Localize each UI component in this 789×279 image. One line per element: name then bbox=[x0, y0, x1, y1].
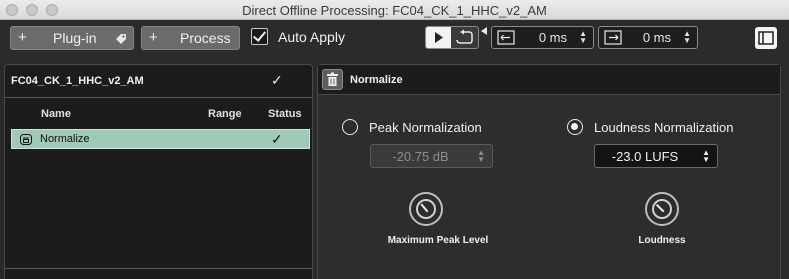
plus-icon: + bbox=[18, 29, 27, 46]
peak-level-value: -20.75 dB bbox=[392, 149, 449, 164]
peak-level-field: -20.75 dB ▲ ▼ bbox=[370, 144, 493, 168]
add-plugin-label: Plug-in bbox=[53, 30, 97, 46]
post-roll-stepper-icon[interactable]: ▲ ▼ bbox=[683, 30, 691, 45]
loop-icon[interactable] bbox=[453, 29, 475, 46]
add-process-button[interactable]: + Process bbox=[141, 26, 240, 50]
check-icon: ✓ bbox=[271, 72, 283, 88]
peak-normalization-radio[interactable] bbox=[342, 119, 358, 135]
auto-apply-label: Auto Apply bbox=[278, 29, 345, 45]
preview-controls bbox=[425, 26, 479, 49]
peak-normalization-label: Peak Normalization bbox=[369, 120, 482, 135]
loudness-level-value: -23.0 LUFS bbox=[611, 149, 679, 164]
effect-icon bbox=[20, 134, 32, 145]
process-name: Normalize bbox=[40, 133, 90, 145]
peak-level-stepper-icon: ▲ ▼ bbox=[477, 148, 485, 164]
maximum-peak-level-knob[interactable] bbox=[409, 192, 443, 226]
panel-toggle-button[interactable] bbox=[755, 27, 777, 49]
check-icon: ✓ bbox=[271, 131, 283, 147]
delete-process-button[interactable] bbox=[322, 69, 343, 90]
add-process-label: Process bbox=[180, 30, 231, 46]
pre-roll-value: 0 ms bbox=[538, 30, 567, 45]
window-titlebar: Direct Offline Processing: FC04_CK_1_HHC… bbox=[0, 0, 789, 20]
panel-title: Normalize bbox=[350, 74, 403, 86]
loudness-level-field[interactable]: -23.0 LUFS ▲ ▼ bbox=[594, 144, 718, 168]
divider bbox=[5, 97, 312, 98]
loudness-normalization-radio[interactable] bbox=[567, 119, 583, 135]
normalize-panel: Normalize Peak Normalization -20.75 dB ▲… bbox=[317, 64, 781, 279]
loudness-label: Loudness bbox=[638, 235, 686, 246]
loudness-normalization-label: Loudness Normalization bbox=[594, 120, 734, 135]
window-title: Direct Offline Processing: FC04_CK_1_HHC… bbox=[242, 3, 547, 18]
post-roll-icon bbox=[604, 30, 622, 45]
pre-roll-icon bbox=[497, 30, 515, 45]
column-header-name[interactable]: Name bbox=[41, 108, 71, 120]
maximum-peak-level-label: Maximum Peak Level bbox=[387, 235, 489, 246]
pre-roll-field[interactable]: 0 ms ▲ ▼ bbox=[491, 26, 594, 49]
column-header-status[interactable]: Status bbox=[268, 108, 302, 120]
loudness-knob[interactable] bbox=[645, 192, 679, 226]
auto-apply-checkbox[interactable] bbox=[251, 28, 268, 45]
add-plugin-button[interactable]: + Plug-in bbox=[10, 26, 134, 50]
panel-header: Normalize bbox=[318, 65, 780, 95]
column-header-range[interactable]: Range bbox=[208, 108, 242, 120]
clip-name: FC04_CK_1_HHC_v2_AM bbox=[11, 75, 144, 87]
plugin-preset-icon[interactable] bbox=[115, 32, 128, 45]
panel-toggle-icon bbox=[758, 31, 774, 45]
pre-roll-stepper-icon[interactable]: ▲ ▼ bbox=[579, 30, 587, 45]
post-roll-field[interactable]: 0 ms ▲ ▼ bbox=[598, 26, 698, 49]
play-icon bbox=[435, 32, 443, 43]
process-list-item[interactable]: Normalize ✓ bbox=[11, 129, 310, 149]
preview-options-icon[interactable] bbox=[480, 27, 488, 35]
post-roll-value: 0 ms bbox=[642, 30, 671, 45]
divider bbox=[5, 268, 312, 269]
plus-icon: + bbox=[149, 29, 158, 46]
trash-icon bbox=[327, 72, 338, 86]
loudness-level-stepper-icon[interactable]: ▲ ▼ bbox=[702, 149, 710, 164]
processing-list-panel: FC04_CK_1_HHC_v2_AM ✓ Name Range Status … bbox=[4, 64, 313, 279]
play-button[interactable] bbox=[426, 27, 451, 48]
